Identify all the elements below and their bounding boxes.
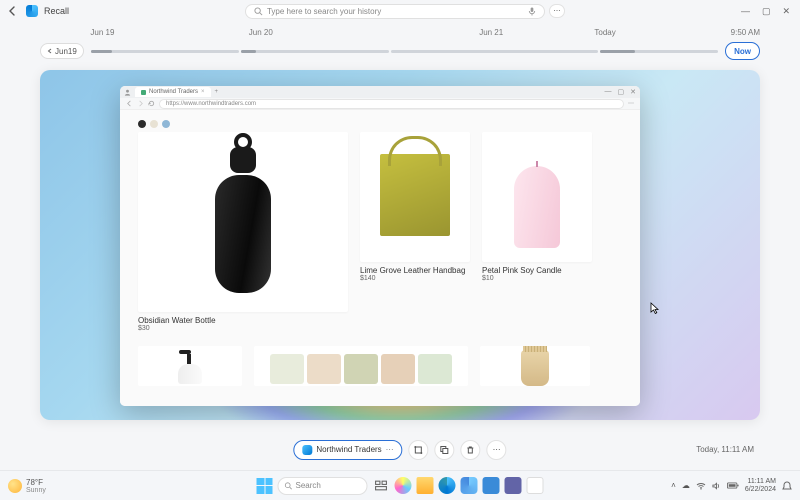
product-price: $10 (482, 275, 592, 282)
start-button[interactable] (257, 478, 273, 494)
battery-icon[interactable] (727, 482, 739, 489)
app-icon (26, 5, 38, 17)
captured-browser-window[interactable]: Northwind Traders × + — ▢ ✕ https://www.… (120, 86, 640, 406)
timeline: Jun 19 Jun 20 Jun 21 Today 9:50 AM Jun19… (0, 22, 800, 62)
product-name: Lime Grove Leather Handbag (360, 266, 470, 275)
product-card[interactable] (480, 346, 590, 386)
timeline-current-time: 9:50 AM (731, 28, 760, 37)
crop-button[interactable] (409, 440, 429, 460)
timeline-mark: Today (594, 28, 615, 37)
snapshot-timestamp: Today, 11:11 AM (696, 445, 754, 454)
browser-tab[interactable]: Northwind Traders × (135, 87, 211, 97)
edge-icon (302, 445, 312, 455)
timeline-mark: Jun 20 (249, 28, 273, 37)
history-search-input[interactable]: Type here to search your history (245, 4, 545, 19)
weather-widget[interactable]: 78°F Sunny (8, 478, 46, 494)
timeline-prev-button[interactable]: Jun19 (40, 43, 84, 59)
product-card[interactable]: Petal Pink Soy Candle $10 (482, 132, 592, 332)
volume-icon[interactable] (712, 482, 721, 490)
product-image (213, 147, 273, 297)
product-price: $30 (138, 325, 348, 332)
search-icon (285, 482, 293, 490)
weather-icon (8, 479, 22, 493)
weather-temp: 78°F (26, 478, 46, 487)
refresh-icon[interactable] (148, 100, 155, 107)
teams-icon[interactable] (505, 477, 522, 494)
store-icon[interactable] (483, 477, 500, 494)
back-button[interactable] (6, 4, 20, 18)
timeline-now-button[interactable]: Now (725, 42, 760, 60)
swatch[interactable] (162, 120, 170, 128)
mic-icon[interactable] (528, 7, 536, 16)
taskbar-clock[interactable]: 11:11 AM 6/22/2024 (745, 478, 776, 493)
copilot-icon[interactable] (395, 477, 412, 494)
product-card[interactable] (254, 346, 468, 386)
page-content: Obsidian Water Bottle $30 Lime Grove Lea… (120, 110, 640, 406)
explorer-icon[interactable] (417, 477, 434, 494)
wifi-icon[interactable] (696, 482, 706, 490)
timeline-mark: Jun 19 (90, 28, 114, 37)
swatch[interactable] (138, 120, 146, 128)
browser-minimize-icon[interactable]: — (605, 88, 612, 96)
product-image (514, 166, 560, 248)
maximize-button[interactable]: ▢ (762, 6, 771, 17)
profile-icon (124, 89, 131, 96)
address-bar[interactable]: https://www.northwindtraders.com (159, 99, 624, 109)
tray-chevron-icon[interactable]: ˄ (671, 481, 676, 490)
close-button[interactable]: ✕ (782, 6, 790, 17)
edge-icon[interactable] (439, 477, 456, 494)
more-actions-button[interactable]: ⋯ (487, 440, 507, 460)
product-image (175, 350, 205, 386)
browser-maximize-icon[interactable]: ▢ (618, 88, 625, 96)
product-card[interactable] (138, 346, 242, 386)
browser-menu-icon[interactable]: ⋯ (628, 100, 634, 107)
product-name: Obsidian Water Bottle (138, 316, 348, 325)
app-title: Recall (44, 6, 69, 16)
recall-icon[interactable] (461, 477, 478, 494)
snapshot-viewport: Northwind Traders × + — ▢ ✕ https://www.… (40, 70, 760, 420)
browser-close-icon[interactable]: ✕ (630, 88, 636, 96)
snapshot-actionbar: Northwind Traders ⋯ ⋯ Today, 11:11 AM (0, 445, 800, 454)
search-icon (254, 7, 263, 16)
swatch[interactable] (150, 120, 158, 128)
source-app-pill[interactable]: Northwind Traders ⋯ (293, 440, 402, 460)
product-price: $140 (360, 275, 470, 282)
taskbar-search[interactable]: Search (278, 477, 368, 495)
timeline-track[interactable] (90, 48, 719, 54)
browser-back-icon[interactable] (126, 100, 133, 107)
favicon-icon (141, 90, 146, 95)
onedrive-icon[interactable]: ☁ (682, 481, 690, 490)
product-image (270, 346, 452, 386)
new-tab-button[interactable]: + (215, 89, 219, 95)
notifications-icon[interactable] (782, 481, 792, 491)
color-swatches (138, 120, 622, 128)
timeline-mark: Jun 21 (479, 28, 503, 37)
product-card[interactable]: Lime Grove Leather Handbag $140 (360, 132, 470, 332)
copy-button[interactable] (435, 440, 455, 460)
task-view-icon[interactable] (373, 477, 390, 494)
weather-cond: Sunny (26, 487, 46, 494)
minimize-button[interactable]: — (741, 6, 750, 17)
product-card[interactable]: Obsidian Water Bottle $30 (138, 132, 348, 332)
product-image (380, 154, 450, 254)
tab-close-icon[interactable]: × (201, 89, 205, 95)
cursor-icon (650, 302, 662, 314)
app-icon[interactable] (527, 477, 544, 494)
product-name: Petal Pink Soy Candle (482, 266, 592, 275)
browser-forward-icon[interactable] (137, 100, 144, 107)
more-button[interactable]: ⋯ (549, 4, 565, 18)
taskbar: 78°F Sunny Search ˄ ☁ 11:11 AM 6/22/2024 (0, 470, 800, 500)
search-placeholder: Type here to search your history (267, 7, 381, 16)
product-image (521, 350, 549, 386)
delete-button[interactable] (461, 440, 481, 460)
